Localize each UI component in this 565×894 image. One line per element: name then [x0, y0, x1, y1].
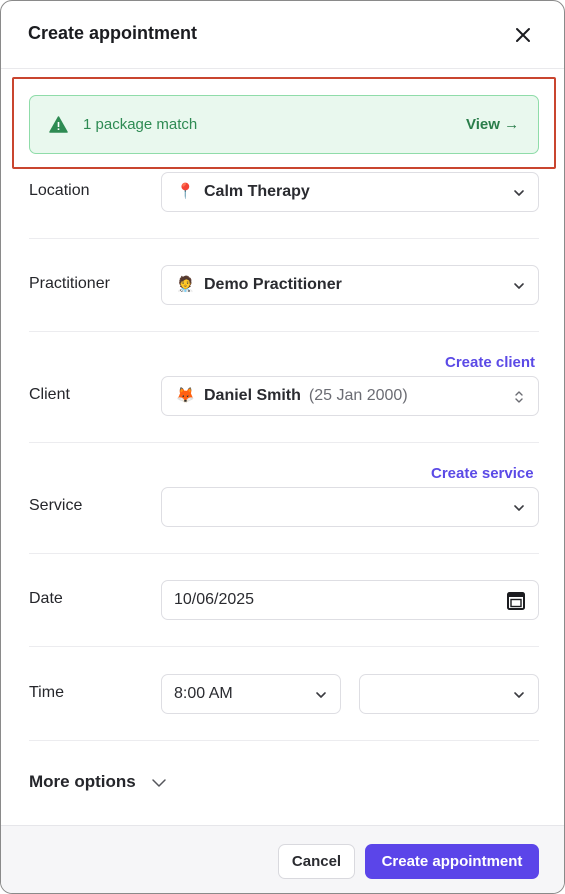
chevron-up-down-icon: [515, 391, 523, 403]
location-select[interactable]: 📍 Calm Therapy: [161, 172, 539, 212]
divider: [29, 646, 539, 647]
divider: [29, 331, 539, 332]
client-dob: (25 Jan 2000): [308, 387, 408, 404]
service-label: Service: [29, 497, 83, 514]
warning-triangle-icon: [49, 116, 68, 133]
chevron-down-icon: [514, 692, 524, 698]
start-time-value: 8:00 AM: [174, 685, 233, 702]
client-avatar-icon: 🦊: [176, 387, 195, 404]
start-time-select[interactable]: 8:00 AM: [161, 674, 341, 714]
map-pin-icon: 📍: [176, 183, 195, 200]
dialog-footer: Cancel Create appointment: [1, 825, 564, 893]
practitioner-select[interactable]: 🧑‍⚕️ Demo Practitioner: [161, 265, 539, 305]
client-select[interactable]: 🦊 Daniel Smith (25 Jan 2000): [161, 376, 539, 416]
close-icon[interactable]: [511, 23, 535, 47]
more-options-toggle[interactable]: More options: [29, 772, 136, 792]
client-name: Daniel Smith: [204, 387, 301, 404]
chevron-down-icon: [514, 505, 524, 511]
location-value: Calm Therapy: [204, 183, 310, 200]
end-time-select[interactable]: [359, 674, 539, 714]
chevron-down-icon: [514, 283, 524, 289]
chevron-down-icon: [514, 190, 524, 196]
cancel-button[interactable]: Cancel: [278, 844, 355, 879]
divider: [29, 238, 539, 239]
divider: [29, 442, 539, 443]
practitioner-value: Demo Practitioner: [204, 276, 342, 293]
create-appointment-dialog: Create appointment 1 package match View …: [0, 0, 565, 894]
calendar-icon[interactable]: [506, 591, 526, 611]
location-label: Location: [29, 182, 90, 199]
create-service-link[interactable]: Create service: [431, 465, 534, 482]
client-value: Daniel Smith (25 Jan 2000): [204, 387, 408, 405]
create-client-link[interactable]: Create client: [445, 354, 535, 371]
chevron-down-icon: [316, 692, 326, 698]
chevron-down-icon[interactable]: [151, 776, 167, 790]
divider: [29, 553, 539, 554]
date-label: Date: [29, 590, 63, 607]
date-value: 10/06/2025: [174, 591, 255, 608]
view-package-link[interactable]: View →: [466, 116, 519, 133]
practitioner-avatar-icon: 🧑‍⚕️: [176, 276, 195, 293]
dialog-header: Create appointment: [1, 1, 564, 69]
create-appointment-button[interactable]: Create appointment: [365, 844, 539, 879]
package-match-alert: 1 package match View →: [29, 95, 539, 154]
dialog-title: Create appointment: [28, 23, 198, 43]
date-input[interactable]: 10/06/2025: [161, 580, 539, 620]
client-label: Client: [29, 386, 70, 403]
alert-text: 1 package match: [83, 116, 198, 133]
time-label: Time: [29, 684, 64, 701]
divider: [29, 740, 539, 741]
practitioner-label: Practitioner: [29, 275, 110, 292]
service-select[interactable]: [161, 487, 539, 527]
